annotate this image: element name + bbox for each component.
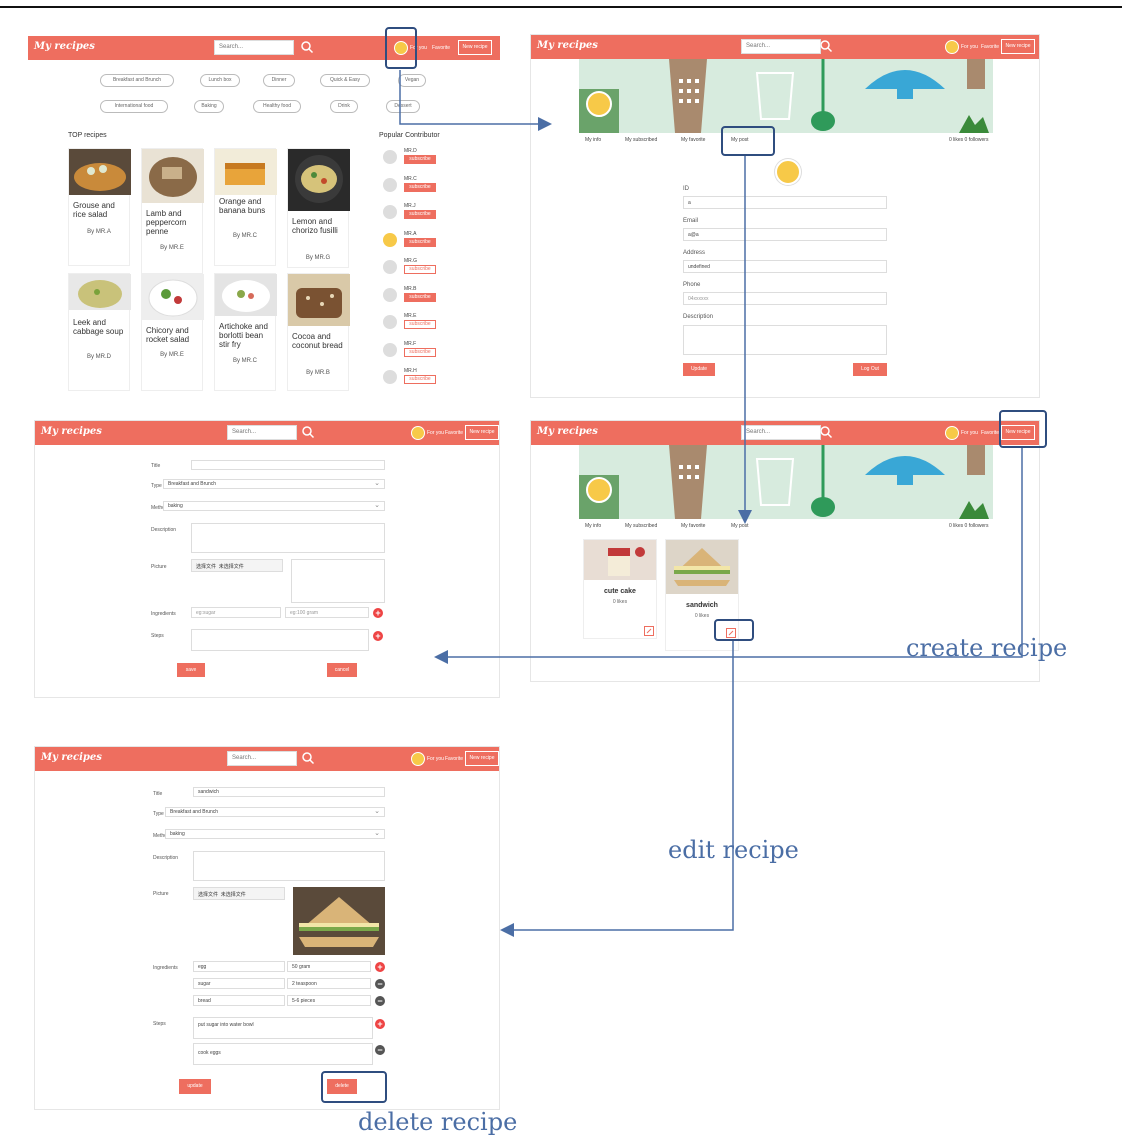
highlight-delete	[321, 1071, 387, 1103]
annotation-edit-recipe: edit recipe	[668, 836, 799, 864]
flow-arrows	[399, 70, 1023, 937]
highlight-my-post	[721, 126, 775, 156]
annotation-create-recipe: create recipe	[906, 634, 1068, 662]
highlight-new-recipe	[999, 410, 1047, 448]
annotation-delete-recipe: delete recipe	[358, 1108, 518, 1136]
highlight-edit-icon	[714, 619, 754, 641]
highlight-avatar	[385, 27, 417, 69]
